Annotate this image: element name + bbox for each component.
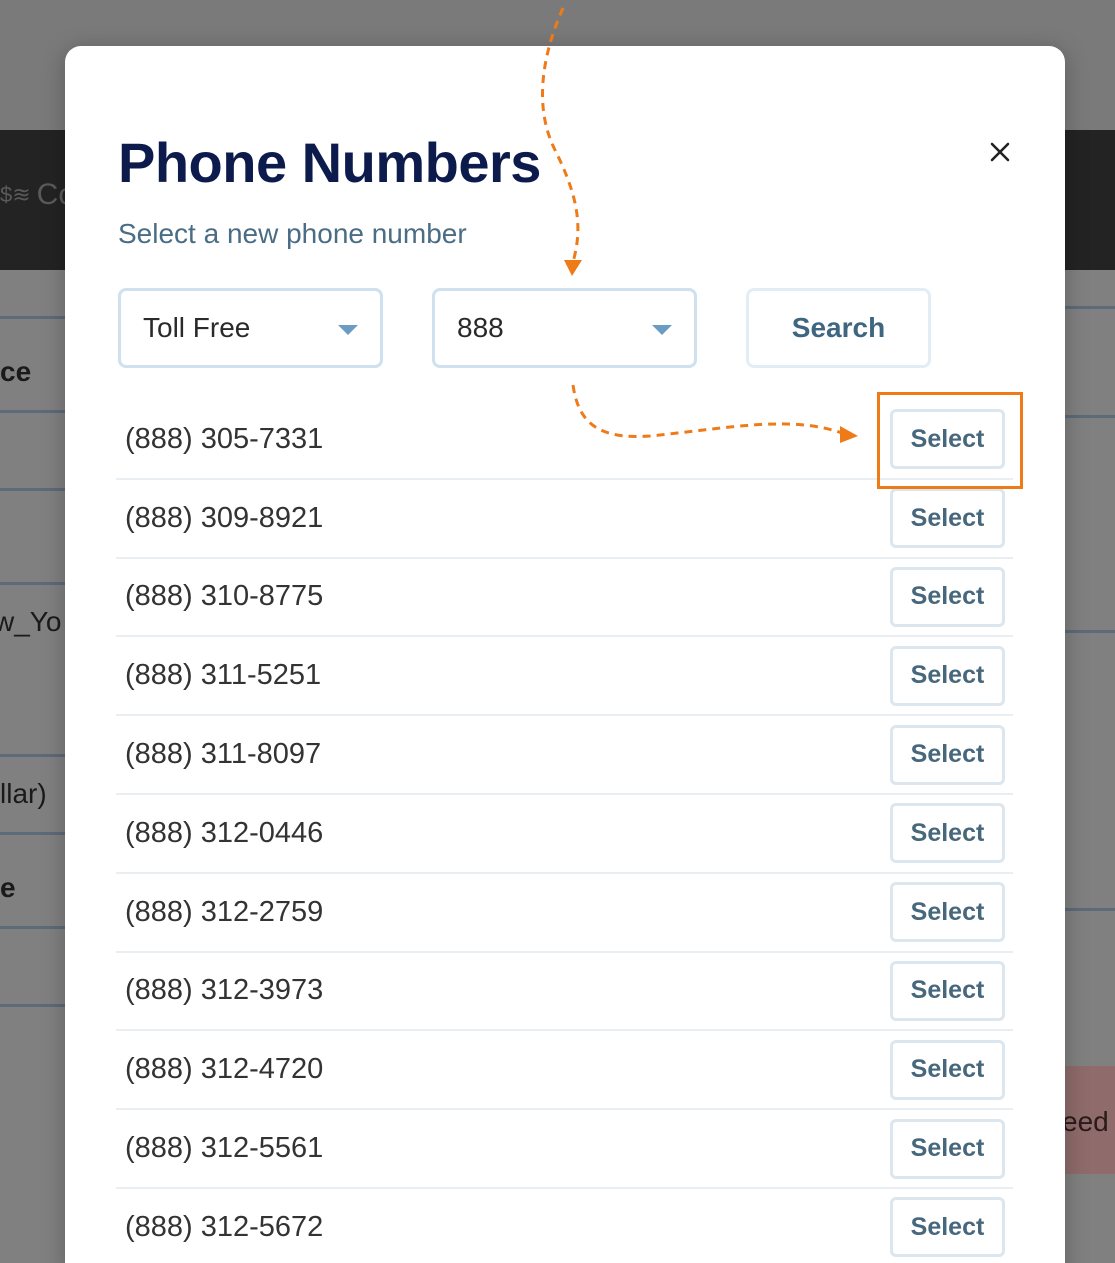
phone-number: (888) 312-5561 bbox=[125, 1132, 324, 1165]
select-number-button[interactable]: Select bbox=[890, 960, 1005, 1021]
phone-number-row: (888) 312-5672 Select bbox=[116, 1189, 1013, 1263]
phone-number-row: (888) 312-5561 Select bbox=[116, 1110, 1013, 1189]
background-text: llar) bbox=[0, 778, 47, 809]
select-number-button[interactable]: Select bbox=[890, 724, 1005, 785]
phone-number-row: (888) 312-3973 Select bbox=[116, 953, 1013, 1032]
background-divider bbox=[0, 582, 70, 585]
phone-numbers-modal: Phone Numbers Select a new phone number … bbox=[65, 46, 1065, 1263]
background-divider bbox=[0, 832, 70, 835]
modal-subtitle: Select a new phone number bbox=[118, 218, 467, 249]
phone-number-row: (888) 309-8921 Select bbox=[116, 480, 1013, 559]
background-text: ce bbox=[0, 356, 32, 387]
phone-number-row: (888) 311-8097 Select bbox=[116, 716, 1013, 795]
close-button[interactable] bbox=[980, 132, 1020, 172]
background-divider bbox=[1060, 630, 1115, 633]
number-type-select[interactable]: Toll Free bbox=[118, 288, 383, 368]
select-number-button[interactable]: Select bbox=[890, 645, 1005, 706]
phone-number-row: (888) 310-8775 Select bbox=[116, 559, 1013, 638]
background-divider bbox=[1060, 415, 1115, 418]
chevron-down-icon bbox=[652, 325, 672, 335]
background-divider bbox=[1060, 908, 1115, 911]
background-divider bbox=[0, 316, 70, 319]
phone-number: (888) 309-8921 bbox=[125, 501, 324, 534]
phone-number: (888) 312-4720 bbox=[125, 1053, 324, 1086]
background-divider bbox=[0, 754, 70, 757]
phone-number: (888) 310-8775 bbox=[125, 580, 324, 613]
background-divider bbox=[0, 488, 70, 491]
phone-number-row: (888) 312-4720 Select bbox=[116, 1031, 1013, 1111]
phone-number: (888) 311-8097 bbox=[125, 738, 322, 771]
phone-number-row: (888) 312-2759 Select bbox=[116, 874, 1013, 953]
background-header-item: $≋ Co bbox=[0, 178, 75, 212]
select-number-button[interactable]: Select bbox=[890, 488, 1005, 549]
phone-number: (888) 305-7331 bbox=[125, 422, 324, 455]
close-icon bbox=[990, 142, 1010, 162]
background-divider bbox=[0, 1004, 70, 1007]
phone-number: (888) 312-5672 bbox=[125, 1210, 324, 1243]
select-number-button[interactable]: Select bbox=[890, 1118, 1005, 1179]
background-divider bbox=[0, 926, 70, 929]
select-number-button[interactable]: Select bbox=[890, 1197, 1005, 1258]
phone-number: (888) 312-0446 bbox=[125, 816, 324, 849]
search-button[interactable]: Search bbox=[746, 288, 931, 368]
phone-number-row: (888) 305-7331 Select bbox=[116, 401, 1013, 480]
select-number-button[interactable]: Select bbox=[890, 409, 1005, 470]
background-text: e bbox=[0, 872, 16, 903]
phone-number: (888) 312-3973 bbox=[125, 974, 324, 1007]
modal-title: Phone Numbers bbox=[118, 131, 541, 194]
phone-number: (888) 312-2759 bbox=[125, 895, 324, 928]
background-divider bbox=[1060, 306, 1115, 309]
select-number-button[interactable]: Select bbox=[890, 882, 1005, 943]
background-text: w_Yo bbox=[0, 606, 62, 637]
phone-number-row: (888) 311-5251 Select bbox=[116, 637, 1013, 717]
chevron-down-icon bbox=[338, 325, 358, 335]
background-divider bbox=[0, 410, 70, 413]
number-type-value: Toll Free bbox=[143, 312, 251, 343]
phone-number: (888) 311-5251 bbox=[125, 659, 322, 692]
dollar-stack-icon: $≋ bbox=[0, 182, 31, 207]
phone-number-row: (888) 312-0446 Select bbox=[116, 795, 1013, 874]
phone-number-list: (888) 305-7331 Select (888) 309-8921 Select… bbox=[116, 401, 1013, 1263]
select-number-button[interactable]: Select bbox=[890, 803, 1005, 864]
area-code-value: 888 bbox=[457, 312, 504, 343]
area-code-select[interactable]: 888 bbox=[432, 288, 697, 368]
select-number-button[interactable]: Select bbox=[890, 566, 1005, 627]
select-number-button[interactable]: Select bbox=[890, 1039, 1005, 1100]
background-alert-text: eed bbox=[1062, 1106, 1109, 1137]
